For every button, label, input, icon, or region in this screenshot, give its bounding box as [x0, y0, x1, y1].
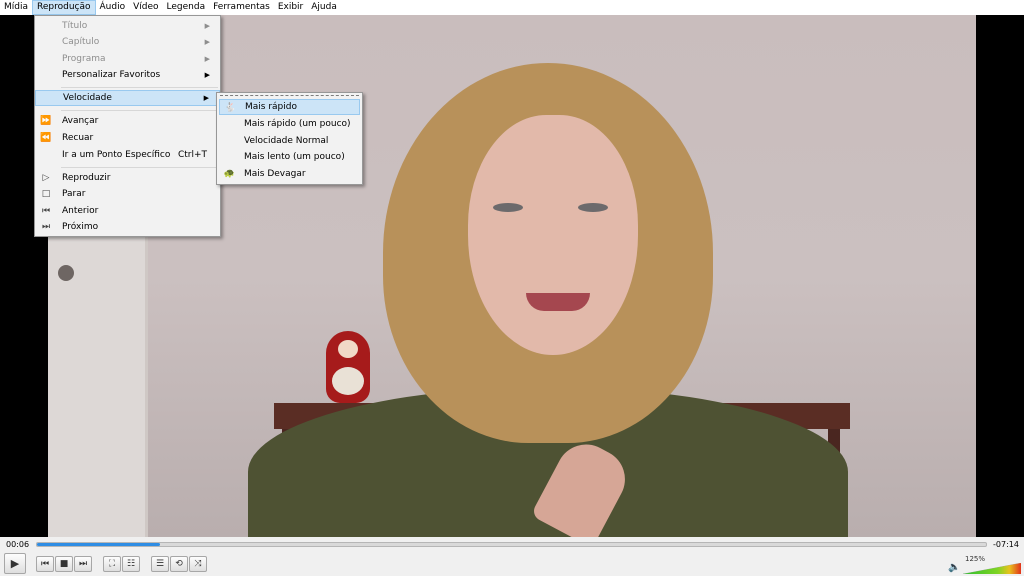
submenu-arrow-icon: ▶ — [204, 71, 210, 79]
person-mouth — [526, 293, 590, 311]
menu-item-label: Programa — [62, 54, 106, 64]
person-eye — [493, 203, 523, 212]
speed-item-slower-fine[interactable]: Mais lento (um pouco) — [219, 149, 360, 165]
menu-item-label: Próximo — [62, 222, 99, 232]
shuffle-button[interactable]: ⤨ — [189, 556, 207, 572]
speaker-icon[interactable]: 🔈 — [948, 562, 960, 573]
submenu-arrow-icon: ▶ — [204, 22, 210, 30]
menu-tools[interactable]: Ferramentas — [209, 0, 274, 15]
menu-item-title[interactable]: Título ▶ — [35, 18, 220, 34]
play-icon: ▶ — [10, 557, 20, 570]
menu-media[interactable]: Mídia — [0, 0, 32, 15]
menu-item-label: Avançar — [62, 116, 99, 126]
shuffle-icon: ⤨ — [194, 559, 202, 569]
next-icon: ⏭ — [41, 222, 51, 232]
menu-audio[interactable]: Áudio — [96, 0, 130, 15]
menu-item-program[interactable]: Programa ▶ — [35, 51, 220, 67]
menu-item-previous[interactable]: ⏮ Anterior — [35, 203, 220, 219]
speed-submenu: 🐇 Mais rápido Mais rápido (um pouco) Vel… — [216, 92, 363, 185]
remaining-time: -07:14 — [993, 540, 1019, 549]
rewind-icon: ⏪ — [40, 133, 52, 143]
menu-subtitle[interactable]: Legenda — [163, 0, 210, 15]
menu-item-label: Mais lento (um pouco) — [244, 152, 345, 162]
menu-help[interactable]: Ajuda — [307, 0, 341, 15]
submenu-arrow-icon: ▶ — [203, 94, 209, 102]
fast-forward-icon: ⏩ — [40, 116, 52, 126]
previous-icon: ⏮ — [40, 559, 50, 569]
loop-icon: ⟲ — [175, 559, 183, 569]
menu-separator — [61, 87, 218, 88]
menu-item-label: Velocidade Normal — [244, 136, 329, 146]
menu-item-label: Velocidade — [63, 93, 112, 103]
person-eye — [578, 203, 608, 212]
menu-item-custom-bookmarks[interactable]: Personalizar Favoritos ▶ — [35, 67, 220, 83]
next-button[interactable]: ⏭ — [74, 556, 92, 572]
menu-playback[interactable]: Reprodução — [32, 0, 96, 15]
person-face — [468, 115, 638, 355]
seek-bar-fill — [37, 543, 160, 546]
submenu-arrow-icon: ▶ — [204, 38, 210, 46]
speed-item-normal[interactable]: Velocidade Normal — [219, 133, 360, 149]
fullscreen-icon: ⛶ — [108, 559, 116, 569]
menu-separator — [61, 110, 218, 111]
menu-item-label: Mais Devagar — [244, 169, 306, 179]
previous-icon: ⏮ — [41, 206, 51, 216]
fullscreen-button[interactable]: ⛶ — [103, 556, 121, 572]
menu-item-backward[interactable]: ⏪ Recuar — [35, 130, 220, 146]
volume-slider[interactable] — [963, 563, 1021, 574]
tear-off-separator[interactable] — [220, 95, 359, 96]
nesting-doll-face — [338, 340, 358, 358]
control-bar: 00:06 -07:14 ▶ ⏮ ■ ⏭ ⛶ ☷ ☰ ⟲ ⤨ 🔈 125% — [0, 537, 1024, 576]
stop-button[interactable]: ■ — [55, 556, 73, 572]
previous-button[interactable]: ⏮ — [36, 556, 54, 572]
playlist-icon: ☰ — [155, 559, 165, 569]
loop-button[interactable]: ⟲ — [170, 556, 188, 572]
menu-item-label: Recuar — [62, 133, 94, 143]
stop-icon: □ — [41, 189, 51, 199]
speed-item-faster[interactable]: 🐇 Mais rápido — [219, 99, 360, 115]
menu-item-jump-to-time[interactable]: Ir a um Ponto Específico Ctrl+T — [35, 147, 220, 163]
menu-video[interactable]: Vídeo — [129, 0, 162, 15]
menu-item-label: Mais rápido — [245, 102, 297, 112]
nesting-doll-belly — [332, 367, 364, 395]
menu-item-label: Capítulo — [62, 37, 100, 47]
turtle-icon: 🐢 — [223, 169, 236, 179]
menu-item-label: Mais rápido (um pouco) — [244, 119, 351, 129]
menu-item-shortcut: Ctrl+T — [177, 150, 207, 160]
equalizer-icon: ☷ — [126, 559, 136, 569]
menu-item-label: Ir a um Ponto Específico — [62, 150, 171, 160]
elapsed-time: 00:06 — [6, 540, 30, 549]
play-button[interactable]: ▶ — [4, 553, 26, 574]
extended-settings-button[interactable]: ☷ — [122, 556, 140, 572]
menu-bar: Mídia Reprodução Áudio Vídeo Legenda Fer… — [0, 0, 1024, 15]
stop-icon: ■ — [59, 559, 69, 569]
menu-item-chapter[interactable]: Capítulo ▶ — [35, 34, 220, 50]
menu-item-play[interactable]: ▷ Reproduzir — [35, 170, 220, 186]
menu-item-forward[interactable]: ⏩ Avançar — [35, 113, 220, 129]
play-icon: ▷ — [42, 173, 50, 183]
menu-item-next[interactable]: ⏭ Próximo — [35, 219, 220, 235]
rabbit-icon: 🐇 — [224, 103, 237, 113]
volume-percent: 125% — [965, 555, 986, 563]
playlist-button[interactable]: ☰ — [151, 556, 169, 572]
menu-item-stop[interactable]: □ Parar — [35, 186, 220, 202]
menu-separator — [61, 167, 218, 168]
menu-item-label: Anterior — [62, 206, 99, 216]
playback-menu: Título ▶ Capítulo ▶ Programa ▶ Personali… — [34, 15, 221, 237]
menu-item-label: Reproduzir — [62, 173, 111, 183]
submenu-arrow-icon: ▶ — [204, 55, 210, 63]
speed-item-slower[interactable]: 🐢 Mais Devagar — [219, 166, 360, 182]
seek-bar[interactable] — [36, 542, 987, 547]
menu-item-speed[interactable]: Velocidade ▶ — [35, 90, 220, 106]
menu-item-label: Personalizar Favoritos — [62, 70, 161, 80]
speed-item-faster-fine[interactable]: Mais rápido (um pouco) — [219, 116, 360, 132]
menu-item-label: Título — [62, 21, 88, 31]
menu-view[interactable]: Exibir — [274, 0, 307, 15]
door-knob — [58, 265, 74, 281]
next-icon: ⏭ — [78, 559, 88, 569]
menu-item-label: Parar — [62, 189, 86, 199]
